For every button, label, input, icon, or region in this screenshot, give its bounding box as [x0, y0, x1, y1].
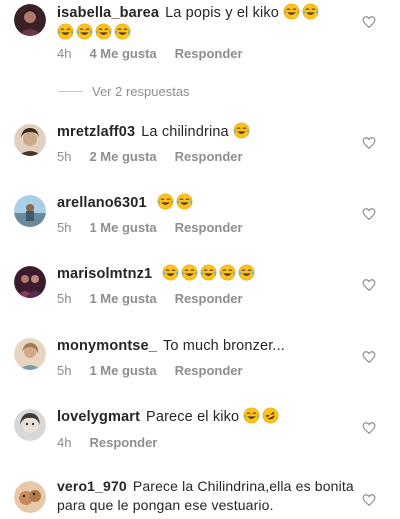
heart-icon[interactable] [362, 493, 376, 507]
face-with-tears-of-joy-icon [76, 23, 93, 40]
heart-icon[interactable] [362, 136, 376, 150]
like-count[interactable]: 1 Me gusta [89, 220, 156, 235]
face-with-tears-of-joy-icon [114, 23, 131, 40]
face-with-tears-of-joy-icon [95, 23, 112, 40]
like-count[interactable]: 1 Me gusta [89, 363, 156, 378]
like-count[interactable]: 1 Me gusta [89, 291, 156, 306]
reply-button[interactable]: Responder [175, 46, 243, 61]
avatar[interactable] [14, 195, 46, 227]
comment-meta: 5h 1 Me gusta Responder [57, 291, 261, 306]
comment-meta: 5h 2 Me gusta Responder [57, 149, 261, 164]
reply-button[interactable]: Responder [175, 363, 243, 378]
comment-meta: 4h 4 Me gusta Responder [57, 46, 261, 61]
like-count[interactable]: 4 Me gusta [89, 46, 156, 61]
face-with-tears-of-joy-icon [219, 264, 236, 281]
comment-text: arellano6301 [57, 193, 360, 213]
comment-username[interactable]: arellano6301 [57, 195, 147, 211]
comment-text: lovelygmart Parece el kiko [57, 407, 360, 427]
face-with-tears-of-joy-icon [283, 3, 300, 20]
avatar[interactable] [14, 409, 46, 441]
comment-body: La popis y el kiko [165, 5, 279, 21]
face-with-tears-of-joy-icon [243, 407, 260, 424]
comment-text: marisolmtnz1 [57, 264, 360, 284]
view-replies-label[interactable]: Ver 2 respuestas [92, 84, 190, 99]
comment-text: vero1_970 Parece la Chilindrina,ella es b… [57, 477, 360, 515]
comment-meta: 5h 1 Me gusta Responder [57, 220, 261, 235]
comment-username[interactable]: mretzlaff03 [57, 124, 135, 140]
emoji-group [157, 193, 195, 211]
heart-icon[interactable] [362, 15, 376, 29]
avatar[interactable] [14, 338, 46, 370]
emoji-group [162, 264, 257, 282]
face-with-tears-of-joy-icon [176, 193, 193, 210]
face-with-tears-of-joy-icon [200, 264, 217, 281]
avatar[interactable] [14, 4, 46, 36]
comment-time: 4h [57, 435, 72, 450]
comment-username[interactable]: vero1_970 [57, 478, 127, 494]
comment-text: isabella_barea La popis y el kiko [57, 3, 360, 43]
heart-icon[interactable] [362, 350, 376, 364]
comment-text: mretzlaff03 La chilindrina [57, 122, 360, 142]
avatar[interactable] [14, 266, 46, 298]
emoji-group [243, 407, 262, 425]
heart-icon[interactable] [362, 421, 376, 435]
comment-username[interactable]: monymontse_ [57, 338, 157, 354]
avatar[interactable] [14, 481, 46, 513]
emoji-group [233, 122, 252, 140]
face-with-tears-of-joy-icon [157, 193, 174, 210]
comment-username[interactable]: lovelygmart [57, 409, 140, 425]
like-count[interactable]: 2 Me gusta [89, 149, 156, 164]
face-with-tears-of-joy-icon [233, 122, 250, 139]
heart-icon[interactable] [362, 278, 376, 292]
face-with-tears-of-joy-icon [57, 23, 74, 40]
comment-username[interactable]: marisolmtnz1 [57, 266, 152, 282]
reply-button[interactable]: Responder [175, 149, 243, 164]
face-with-tears-of-joy-icon [181, 264, 198, 281]
comment-time: 5h [57, 220, 72, 235]
view-replies[interactable]: Ver 2 respuestas [58, 84, 190, 99]
comment-body: La chilindrina [141, 124, 229, 140]
reply-button[interactable]: Responder [175, 220, 243, 235]
comment-username[interactable]: isabella_barea [57, 5, 159, 21]
face-with-tears-of-joy-icon [238, 264, 255, 281]
comment-time: 5h [57, 291, 72, 306]
reply-button[interactable]: Responder [175, 291, 243, 306]
avatar[interactable] [14, 124, 46, 156]
comment-body: Parece el kiko [146, 409, 240, 425]
face-with-tears-of-joy-icon [162, 264, 179, 281]
emoji-group [283, 3, 321, 21]
rolling-laughing-emoji-icon [262, 407, 279, 424]
comment-time: 5h [57, 363, 72, 378]
comment-time: 5h [57, 149, 72, 164]
comment-time: 4h [57, 46, 72, 61]
reply-button[interactable]: Responder [89, 435, 157, 450]
heart-icon[interactable] [362, 207, 376, 221]
divider [58, 91, 82, 92]
emoji-group [57, 23, 133, 41]
comment-meta: 4h Responder [57, 435, 175, 450]
face-with-tears-of-joy-icon [302, 3, 319, 20]
comment-meta: 5h 1 Me gusta Responder [57, 363, 261, 378]
comment-text: monymontse_ To much bronzer... [57, 337, 360, 356]
comment-body: To much bronzer... [162, 338, 285, 354]
